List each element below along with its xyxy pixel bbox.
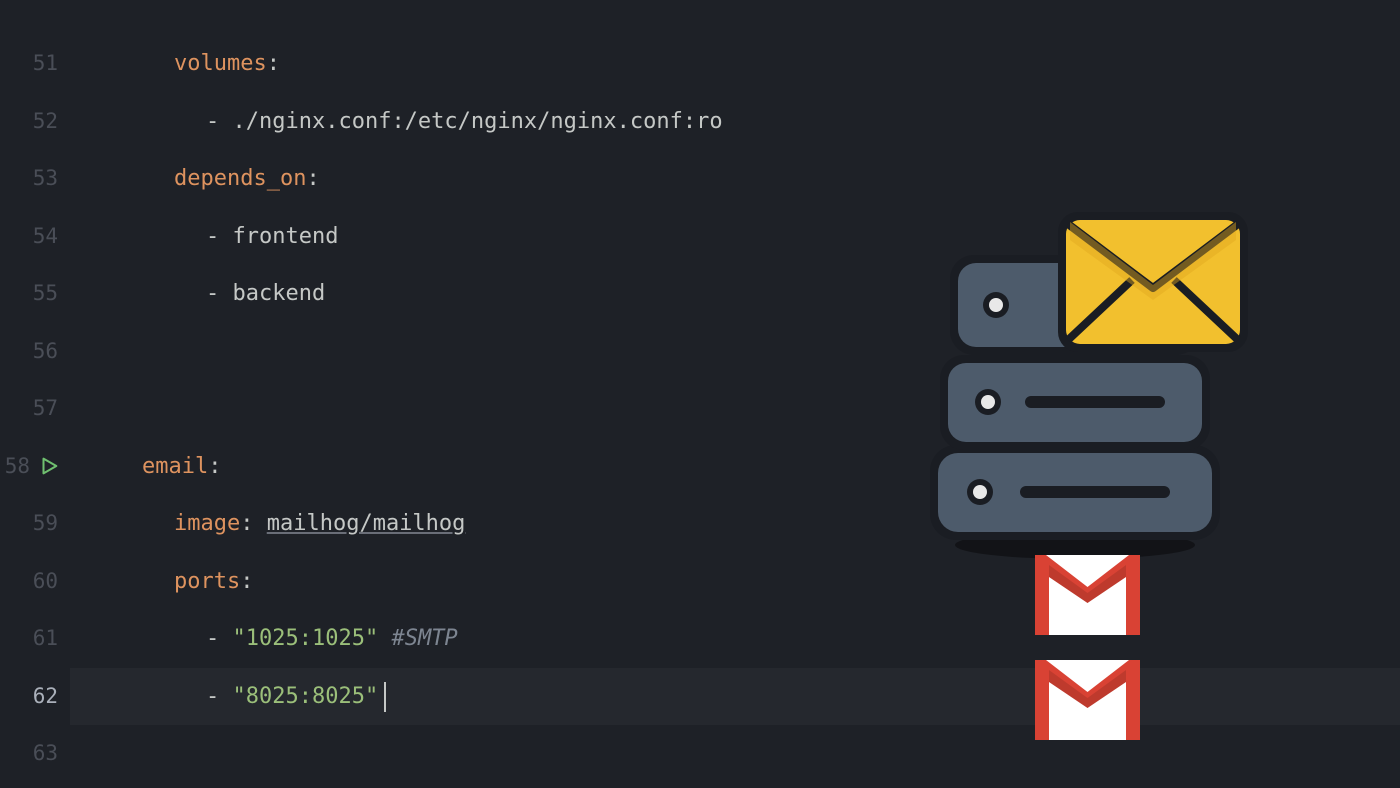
line-number: 61	[0, 610, 70, 668]
gmail-icons	[1035, 555, 1140, 740]
code-line[interactable]: ports:	[70, 553, 1400, 611]
token-dash: -	[206, 109, 233, 134]
token-value: frontend	[233, 224, 339, 249]
token-dash: -	[206, 224, 233, 249]
token-string: "1025:1025"	[233, 626, 379, 651]
line-number: 52	[0, 93, 70, 151]
code-line[interactable]: email:	[70, 438, 1400, 496]
token-key: email	[142, 454, 208, 479]
code-line[interactable]: - frontend	[70, 208, 1400, 266]
code-area[interactable]: volumes:- ./nginx.conf:/etc/nginx/nginx.…	[70, 0, 1400, 788]
code-line[interactable]: depends_on:	[70, 150, 1400, 208]
line-number: 59	[0, 495, 70, 553]
line-number: 54	[0, 208, 70, 266]
code-line[interactable]: - backend	[70, 265, 1400, 323]
token-key: volumes	[174, 51, 267, 76]
token-colon: :	[240, 569, 253, 594]
line-number: 58	[0, 438, 70, 496]
run-icon[interactable]	[38, 455, 60, 477]
code-line[interactable]: - "1025:1025" #SMTP	[70, 610, 1400, 668]
token-string: "8025:8025"	[233, 684, 379, 709]
line-number: 53	[0, 150, 70, 208]
line-number: 51	[0, 35, 70, 93]
code-line[interactable]: image: mailhog/mailhog	[70, 495, 1400, 553]
token-value: backend	[233, 281, 326, 306]
token-comment: #SMTP	[391, 626, 457, 651]
code-line[interactable]	[70, 380, 1400, 438]
line-number: 57	[0, 380, 70, 438]
code-editor[interactable]: 51525354555657585960616263 volumes:- ./n…	[0, 0, 1400, 788]
gutter: 51525354555657585960616263	[0, 0, 70, 788]
line-number: 62	[0, 668, 70, 726]
line-number: 56	[0, 323, 70, 381]
token-colon: :	[267, 51, 280, 76]
code-line[interactable]	[70, 725, 1400, 783]
token-value-underline: mailhog/mailhog	[267, 511, 466, 536]
token-key: depends_on	[174, 166, 306, 191]
token-colon: :	[240, 511, 267, 536]
gmail-icon	[1035, 555, 1140, 635]
token-colon: :	[306, 166, 319, 191]
line-number: 55	[0, 265, 70, 323]
token-value	[378, 626, 391, 651]
gmail-icon	[1035, 660, 1140, 740]
token-key: image	[174, 511, 240, 536]
token-dash: -	[206, 626, 233, 651]
token-key: ports	[174, 569, 240, 594]
token-dash: -	[206, 281, 233, 306]
line-number: 63	[0, 725, 70, 783]
code-line[interactable]: volumes:	[70, 35, 1400, 93]
line-number: 60	[0, 553, 70, 611]
text-cursor	[384, 682, 386, 712]
token-dash: -	[206, 684, 233, 709]
token-colon: :	[208, 454, 221, 479]
code-line[interactable]: - "8025:8025"	[70, 668, 1400, 726]
code-line[interactable]: - ./nginx.conf:/etc/nginx/nginx.conf:ro	[70, 93, 1400, 151]
code-line[interactable]	[70, 323, 1400, 381]
token-value: ./nginx.conf:/etc/nginx/nginx.conf:ro	[233, 109, 723, 134]
